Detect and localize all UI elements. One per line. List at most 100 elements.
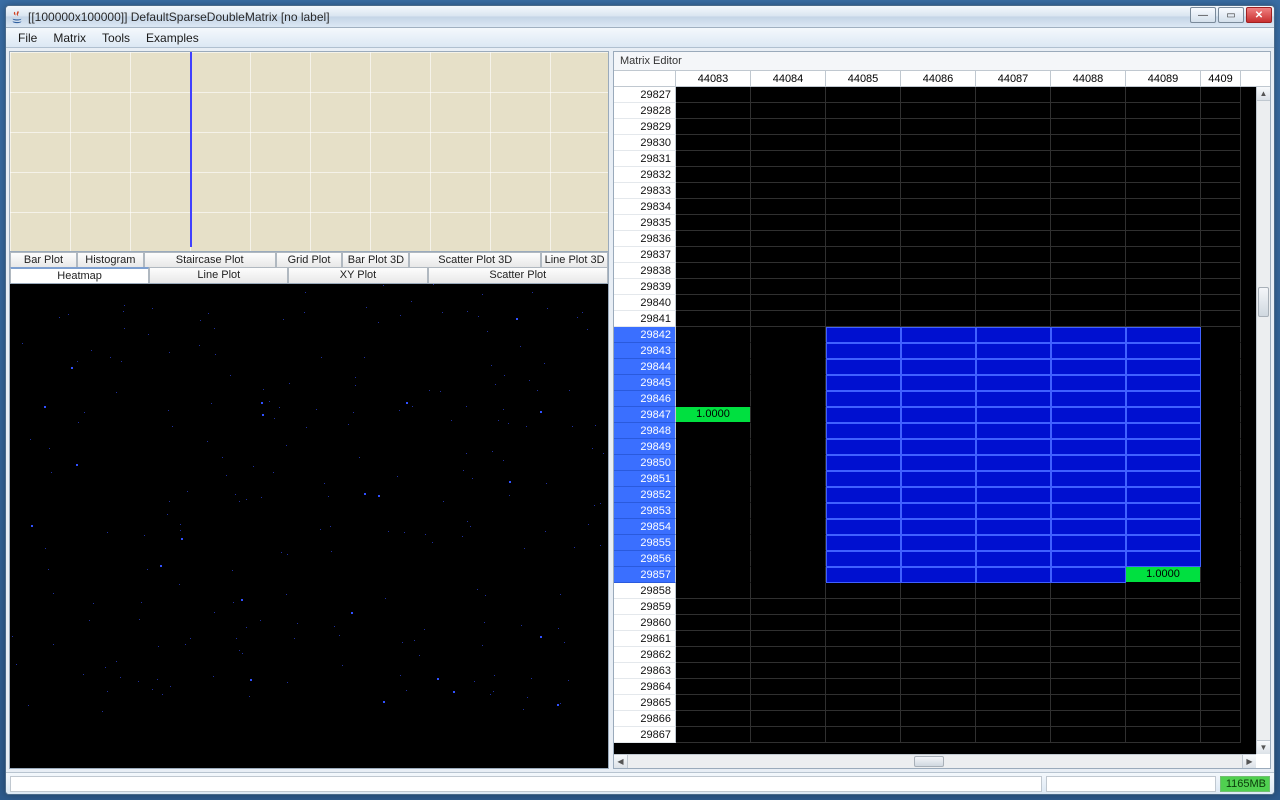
table-row[interactable]: 29827 — [614, 87, 1256, 103]
cell[interactable] — [976, 391, 1051, 407]
scroll-right-icon[interactable]: ▶ — [1242, 755, 1256, 768]
cell[interactable] — [901, 311, 976, 327]
cell[interactable] — [751, 439, 826, 455]
cell[interactable] — [751, 471, 826, 487]
cell[interactable] — [1126, 455, 1201, 471]
cell[interactable] — [676, 359, 751, 375]
cell[interactable] — [751, 679, 826, 695]
cell[interactable] — [676, 183, 751, 199]
tab-histogram[interactable]: Histogram — [77, 252, 144, 267]
cell[interactable] — [976, 679, 1051, 695]
cell[interactable] — [751, 135, 826, 151]
cell[interactable] — [901, 503, 976, 519]
table-row[interactable]: 29830 — [614, 135, 1256, 151]
cell[interactable] — [676, 279, 751, 295]
memory-indicator[interactable]: 1165MB — [1220, 776, 1270, 792]
heatmap-canvas[interactable] — [10, 284, 608, 768]
cell[interactable] — [901, 535, 976, 551]
cell[interactable] — [1201, 375, 1241, 391]
cell[interactable] — [976, 711, 1051, 727]
cell[interactable] — [1051, 615, 1126, 631]
row-header[interactable]: 29863 — [614, 663, 676, 679]
cell[interactable] — [676, 103, 751, 119]
cell[interactable] — [826, 535, 901, 551]
cell[interactable] — [1201, 199, 1241, 215]
menu-examples[interactable]: Examples — [138, 29, 207, 47]
row-header[interactable]: 29855 — [614, 535, 676, 551]
table-row[interactable]: 29862 — [614, 647, 1256, 663]
table-row[interactable]: 29844 — [614, 359, 1256, 375]
tab-scatter-plot-3d[interactable]: Scatter Plot 3D — [409, 252, 541, 267]
cell[interactable] — [976, 615, 1051, 631]
cell[interactable] — [826, 343, 901, 359]
table-row[interactable]: 29848 — [614, 423, 1256, 439]
cell[interactable] — [751, 407, 826, 423]
cell[interactable] — [1051, 247, 1126, 263]
table-row[interactable]: 29836 — [614, 231, 1256, 247]
table-row[interactable]: 29855 — [614, 535, 1256, 551]
cell[interactable]: 1.0000 — [676, 407, 751, 423]
cell[interactable] — [826, 87, 901, 103]
cell[interactable] — [901, 727, 976, 743]
cell[interactable] — [751, 119, 826, 135]
cell[interactable] — [676, 439, 751, 455]
cell[interactable] — [676, 503, 751, 519]
cell[interactable] — [976, 295, 1051, 311]
cell[interactable] — [1126, 423, 1201, 439]
cell[interactable] — [1126, 727, 1201, 743]
cell[interactable] — [751, 359, 826, 375]
cell[interactable] — [826, 407, 901, 423]
row-header[interactable]: 29856 — [614, 551, 676, 567]
table-row[interactable]: 29828 — [614, 103, 1256, 119]
cell[interactable] — [1126, 167, 1201, 183]
cell[interactable] — [1051, 263, 1126, 279]
cell[interactable] — [901, 487, 976, 503]
cell[interactable] — [901, 711, 976, 727]
scroll-left-icon[interactable]: ◀ — [614, 755, 628, 768]
table-row[interactable]: 29846 — [614, 391, 1256, 407]
cell[interactable] — [1051, 87, 1126, 103]
cell[interactable] — [901, 375, 976, 391]
cell[interactable] — [676, 311, 751, 327]
row-header[interactable]: 29852 — [614, 487, 676, 503]
cell[interactable] — [976, 423, 1051, 439]
cell[interactable] — [901, 615, 976, 631]
row-header[interactable]: 29859 — [614, 599, 676, 615]
cell[interactable] — [1051, 535, 1126, 551]
table-row[interactable]: 29866 — [614, 711, 1256, 727]
cell[interactable] — [901, 183, 976, 199]
table-row[interactable]: 29854 — [614, 519, 1256, 535]
menu-tools[interactable]: Tools — [94, 29, 138, 47]
cell[interactable] — [676, 727, 751, 743]
cell[interactable] — [1051, 487, 1126, 503]
cell[interactable] — [751, 343, 826, 359]
cell[interactable] — [976, 567, 1051, 583]
cell[interactable] — [826, 727, 901, 743]
cell[interactable] — [976, 263, 1051, 279]
row-header[interactable]: 29854 — [614, 519, 676, 535]
cell[interactable] — [976, 455, 1051, 471]
cell[interactable] — [676, 391, 751, 407]
cell[interactable] — [751, 167, 826, 183]
row-header[interactable]: 29861 — [614, 631, 676, 647]
cell[interactable] — [751, 199, 826, 215]
table-row[interactable]: 29851 — [614, 471, 1256, 487]
cell[interactable] — [1126, 375, 1201, 391]
cell[interactable] — [826, 199, 901, 215]
cell[interactable] — [1201, 423, 1241, 439]
horizontal-scrollbar[interactable]: ◀ ▶ — [614, 754, 1256, 768]
cell[interactable] — [676, 119, 751, 135]
table-row[interactable]: 29837 — [614, 247, 1256, 263]
row-header[interactable]: 29844 — [614, 359, 676, 375]
row-header[interactable]: 29829 — [614, 119, 676, 135]
cell[interactable] — [901, 439, 976, 455]
cell[interactable] — [901, 119, 976, 135]
row-header[interactable]: 29827 — [614, 87, 676, 103]
tab-heatmap[interactable]: Heatmap — [10, 267, 149, 283]
table-row[interactable]: 29835 — [614, 215, 1256, 231]
cell[interactable] — [976, 551, 1051, 567]
row-header[interactable]: 29832 — [614, 167, 676, 183]
row-header[interactable]: 29830 — [614, 135, 676, 151]
cell[interactable] — [751, 615, 826, 631]
cell[interactable] — [976, 407, 1051, 423]
